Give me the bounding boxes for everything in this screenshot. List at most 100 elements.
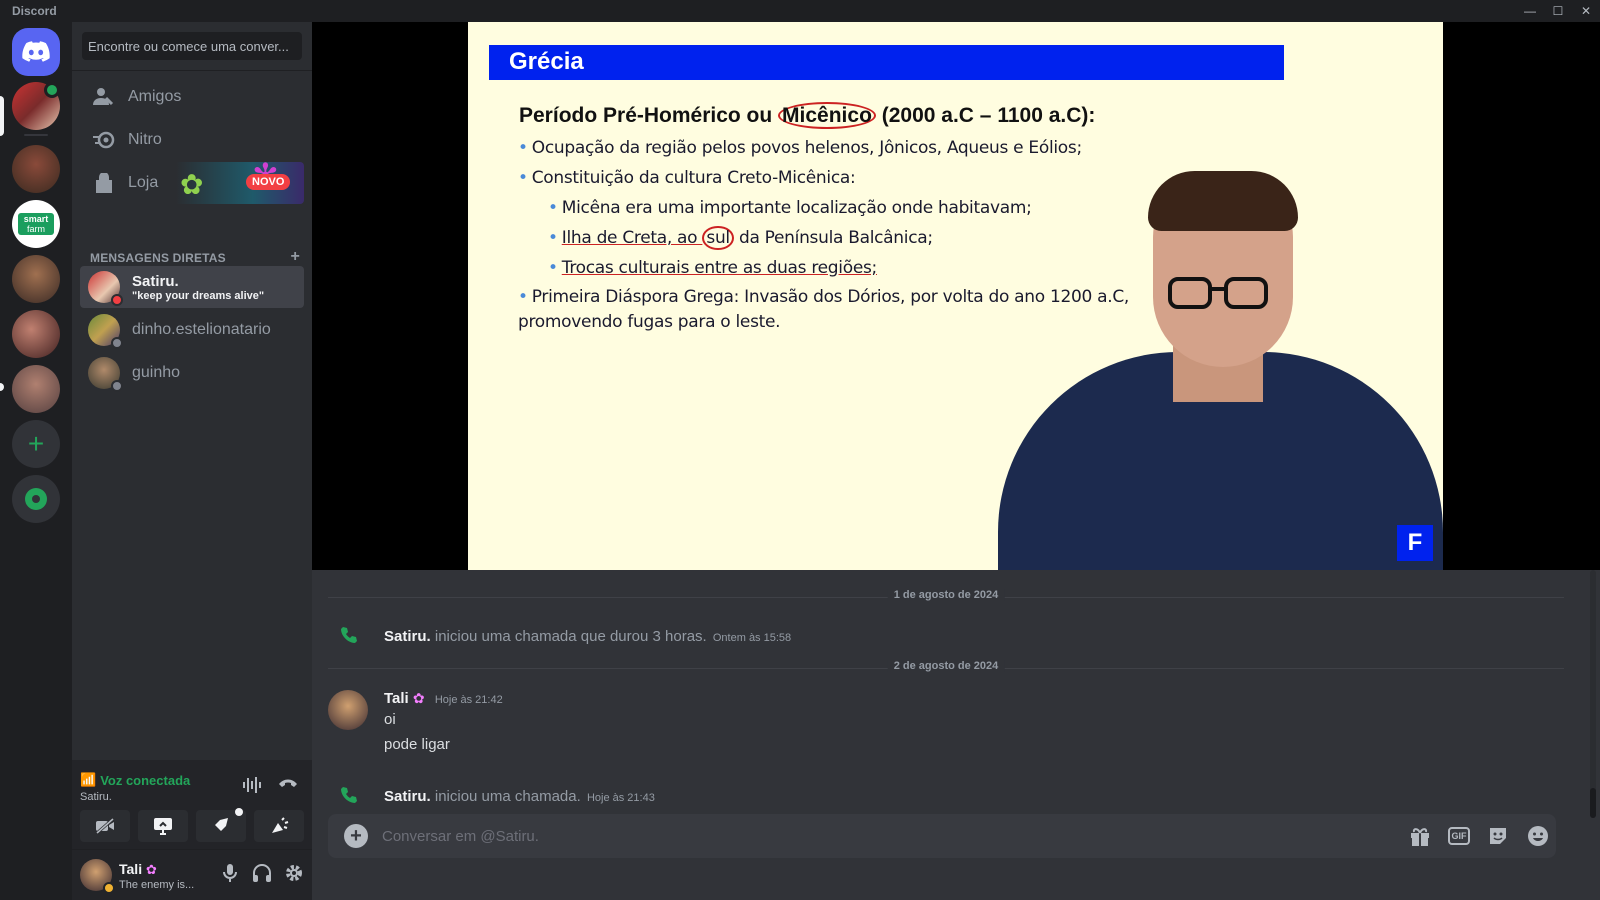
main-area: Grécia Período Pré-Homérico ou Micênico … bbox=[312, 22, 1600, 900]
nav-label: Loja bbox=[128, 174, 159, 191]
offline-status-icon bbox=[111, 337, 123, 349]
heading-text-end: (2000 a.C – 1100 a.C): bbox=[875, 104, 1096, 127]
timestamp: Hoje às 21:42 bbox=[434, 694, 503, 706]
new-badge: NOVO bbox=[246, 174, 291, 190]
bullet-text: Ilha de Creta, ao bbox=[561, 228, 703, 248]
slide-title: Grécia bbox=[489, 45, 1284, 80]
microphone-icon[interactable] bbox=[220, 863, 240, 883]
bullet-text: Trocas culturais entre as duas regiões; bbox=[561, 258, 878, 278]
server-separator bbox=[24, 134, 48, 136]
dm-item-satiru[interactable]: Satiru. "keep your dreams alive" bbox=[80, 266, 304, 308]
channel-logo: F bbox=[1397, 525, 1433, 561]
dm-name: guinho bbox=[132, 364, 181, 381]
heading-circled: Micênico bbox=[778, 102, 876, 129]
voice-buttons bbox=[80, 808, 304, 842]
bullet-text-end: da Península Balcânica; bbox=[733, 228, 933, 248]
bullet-2b: • Ilha de Creta, ao sul da Península Balc… bbox=[548, 226, 933, 250]
chat-scrollbar[interactable] bbox=[1590, 570, 1596, 818]
dm-item-guinho[interactable]: guinho bbox=[80, 352, 304, 394]
scrollbar-thumb[interactable] bbox=[1590, 788, 1596, 818]
server-avatar-4[interactable] bbox=[12, 365, 60, 413]
slide-heading: Período Pré-Homérico ou Micênico (2000 a… bbox=[519, 102, 1096, 129]
flower-icon: ✿ bbox=[145, 862, 157, 877]
dm-sidebar: Encontre ou comece uma conver... Amigos … bbox=[72, 22, 312, 900]
bullet-2c: • Trocas culturais entre as duas regiões; bbox=[548, 258, 877, 278]
nav-nitro[interactable]: Nitro bbox=[80, 119, 304, 161]
emoji-icon[interactable] bbox=[1526, 824, 1550, 848]
flower-icon: ✿ bbox=[180, 169, 204, 200]
selected-pill bbox=[0, 96, 4, 136]
server-smart-farm[interactable]: smart farm bbox=[12, 200, 60, 248]
user-avatar[interactable] bbox=[80, 859, 115, 894]
home-discord-icon[interactable] bbox=[12, 28, 60, 76]
server-avatar-3[interactable] bbox=[12, 310, 60, 358]
sticker-icon[interactable] bbox=[1486, 824, 1510, 848]
server-rail: smart farm + bbox=[0, 22, 72, 900]
message-author[interactable]: Tali ✿ Hoje às 21:42 bbox=[384, 690, 503, 707]
signal-icon: 📶 bbox=[80, 772, 97, 787]
disconnect-icon[interactable] bbox=[278, 776, 298, 794]
shop-icon bbox=[92, 171, 116, 195]
bullet-text: Constituição da cultura Creto-Micênica: bbox=[531, 168, 856, 188]
avatar bbox=[88, 357, 123, 392]
close-icon[interactable]: ✕ bbox=[1572, 0, 1600, 22]
dm-item-dinho[interactable]: dinho.estelionatario bbox=[80, 309, 304, 351]
bullet-3-cont: promovendo fugas para o leste. bbox=[518, 312, 781, 332]
caller-name[interactable]: Satiru. bbox=[384, 628, 431, 645]
stream-video[interactable]: Grécia Período Pré-Homérico ou Micênico … bbox=[312, 22, 1600, 570]
date-divider: 2 de agosto de 2024 bbox=[328, 660, 1564, 672]
nitro-icon bbox=[92, 128, 116, 152]
noise-suppression-icon[interactable] bbox=[242, 776, 262, 794]
avatar bbox=[88, 314, 123, 349]
presentation-slide: Grécia Período Pré-Homérico ou Micênico … bbox=[468, 22, 1443, 570]
headphones-icon[interactable] bbox=[252, 863, 272, 883]
message-avatar[interactable] bbox=[328, 690, 368, 730]
window-controls: — ☐ ✕ bbox=[1516, 0, 1600, 22]
voice-status-label: Voz conectada bbox=[100, 772, 191, 788]
presenter-figure bbox=[998, 171, 1443, 570]
explore-icon[interactable] bbox=[12, 475, 60, 523]
voice-channel[interactable]: Satiru. bbox=[80, 791, 112, 803]
dm-name: dinho.estelionatario bbox=[132, 321, 271, 338]
settings-gear-icon[interactable] bbox=[284, 863, 304, 883]
heading-text: Período Pré-Homérico ou bbox=[519, 104, 779, 127]
title-bar: Discord — ☐ ✕ bbox=[0, 0, 1600, 22]
message-input[interactable] bbox=[382, 825, 1282, 847]
screen-share-icon[interactable] bbox=[138, 810, 188, 842]
camera-off-icon[interactable] bbox=[80, 810, 130, 842]
composer-actions: GIF bbox=[1408, 824, 1550, 848]
notification-badge bbox=[44, 82, 60, 98]
phone-icon bbox=[340, 786, 358, 804]
gift-icon[interactable] bbox=[1408, 824, 1432, 848]
user-name-label: Tali bbox=[119, 861, 143, 877]
voice-panel: 📶 Voz conectada Satiru. bbox=[72, 760, 312, 850]
bullet-text: Ocupação da região pelos povos helenos, … bbox=[531, 138, 1082, 158]
soundboard-icon[interactable] bbox=[254, 810, 304, 842]
date-divider: 1 de agosto de 2024 bbox=[328, 589, 1564, 601]
maximize-icon[interactable]: ☐ bbox=[1544, 0, 1572, 22]
user-name[interactable]: Tali ✿ bbox=[119, 861, 157, 878]
dm-header: MENSAGENS DIRETAS + bbox=[90, 249, 300, 266]
activities-icon[interactable] bbox=[196, 808, 246, 842]
user-status: The enemy is... bbox=[119, 879, 195, 891]
create-dm-icon[interactable]: + bbox=[290, 249, 300, 265]
message-text: pode ligar bbox=[384, 736, 450, 753]
add-attachment-icon[interactable]: + bbox=[344, 824, 368, 848]
nav-label: Amigos bbox=[128, 88, 182, 105]
dm-header-label: MENSAGENS DIRETAS bbox=[90, 251, 226, 265]
search-input[interactable]: Encontre ou comece uma conver... bbox=[82, 32, 302, 60]
nav-friends[interactable]: Amigos bbox=[80, 76, 304, 118]
nav-shop[interactable]: Loja ✿ ✻ NOVO bbox=[80, 162, 304, 204]
idle-status-icon bbox=[103, 882, 115, 894]
add-server-icon[interactable]: + bbox=[12, 420, 60, 468]
call-text: iniciou uma chamada que durou 3 horas. bbox=[434, 628, 707, 645]
minimize-icon[interactable]: — bbox=[1516, 0, 1544, 22]
author-name: Tali bbox=[384, 690, 409, 707]
server-avatar-2[interactable] bbox=[12, 255, 60, 303]
activities-dot bbox=[235, 808, 243, 816]
server-avatar-1[interactable] bbox=[12, 145, 60, 193]
gif-icon[interactable]: GIF bbox=[1448, 827, 1470, 845]
bullet-circled: sul bbox=[702, 226, 734, 250]
app-title: Discord bbox=[12, 4, 57, 18]
caller-name[interactable]: Satiru. bbox=[384, 788, 431, 805]
